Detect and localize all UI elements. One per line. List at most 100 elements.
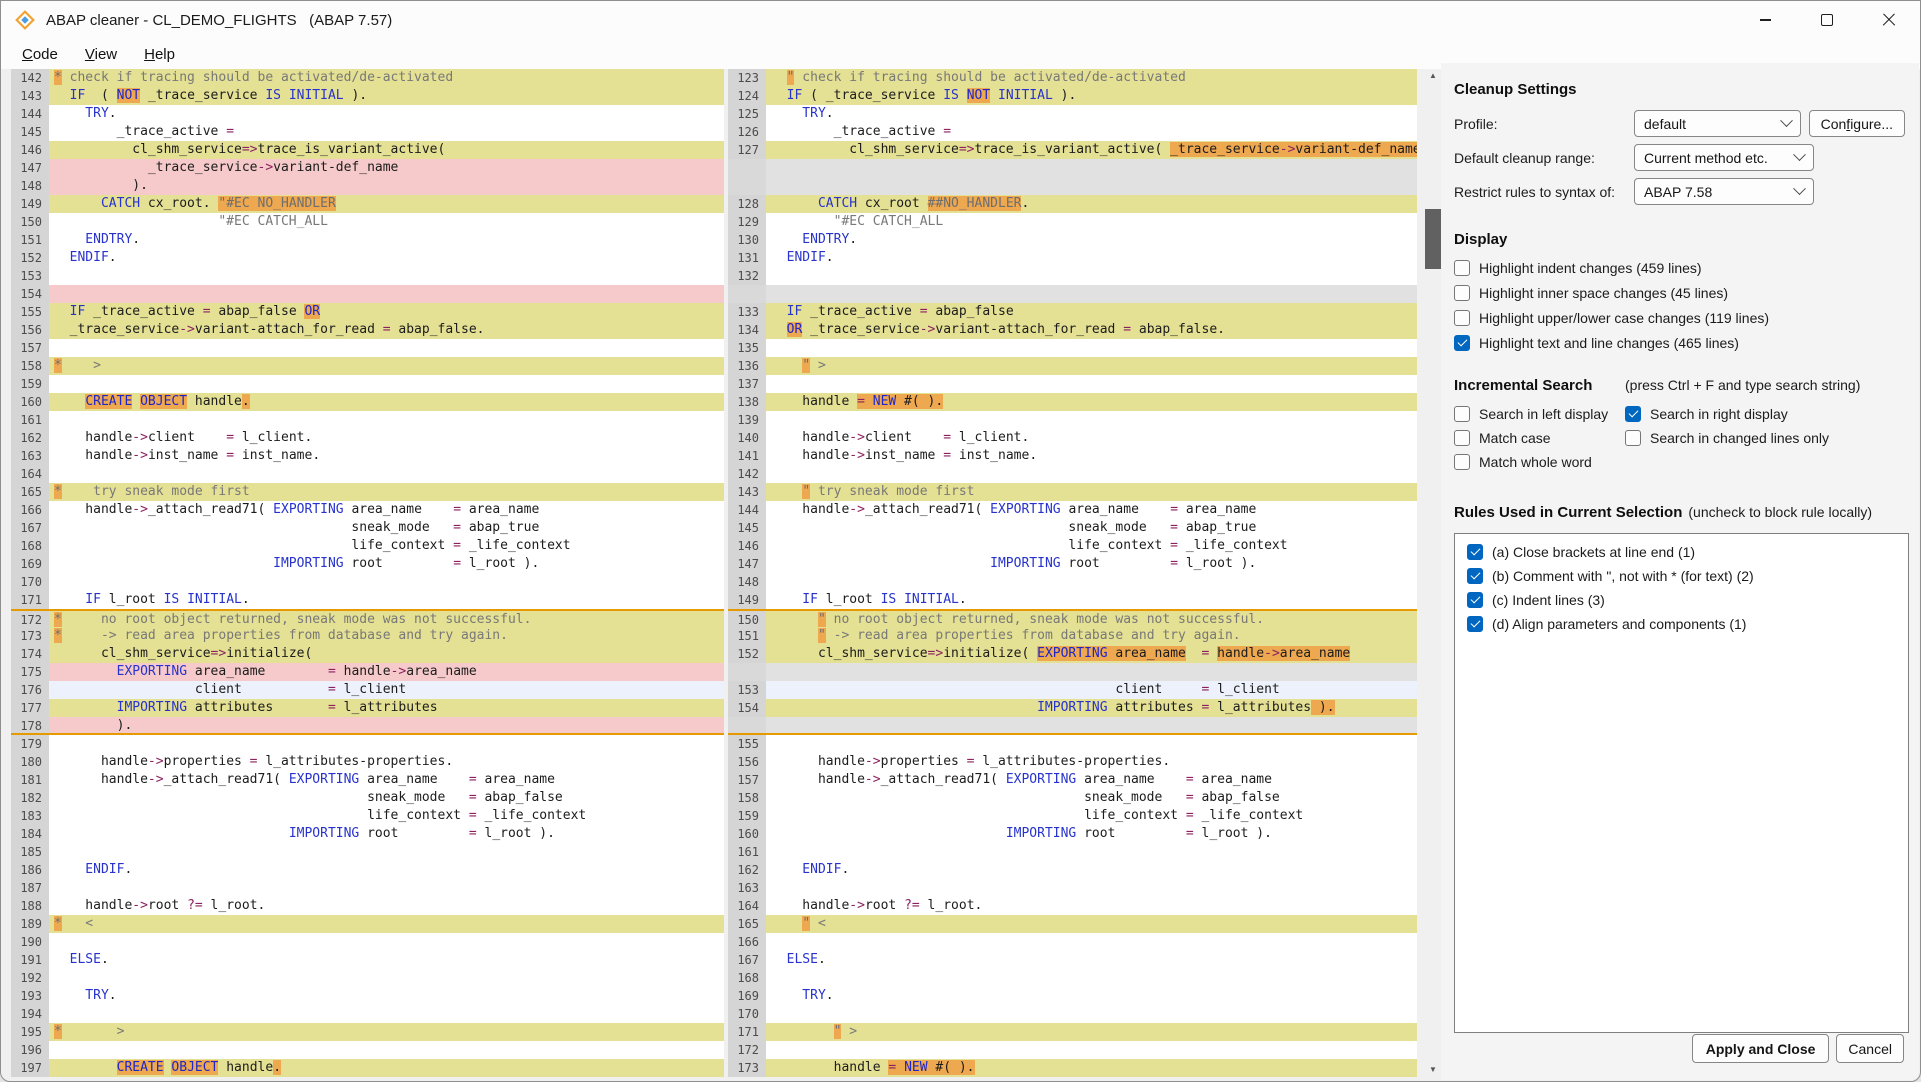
maximize-button[interactable] <box>1796 1 1858 39</box>
search-option[interactable]: Match whole word <box>1454 454 1625 470</box>
search-option[interactable]: Search in changed lines only <box>1625 430 1905 446</box>
checkbox-unchecked[interactable] <box>1454 454 1470 470</box>
cancel-button[interactable]: Cancel <box>1836 1034 1904 1063</box>
code-text <box>766 843 1417 861</box>
checkbox-checked[interactable] <box>1467 616 1483 632</box>
line-number: 163 <box>11 447 49 465</box>
checkbox-checked[interactable] <box>1467 568 1483 584</box>
line-number: 175 <box>11 663 49 681</box>
line-number: 166 <box>11 501 49 519</box>
close-button[interactable] <box>1858 1 1920 39</box>
cleanup-range-dropdown[interactable]: Current method etc. <box>1634 144 1814 171</box>
scrollbar-thumb[interactable] <box>1425 209 1441 269</box>
scroll-up-icon[interactable]: ▲ <box>1425 69 1441 83</box>
code-line: 130 ENDTRY. <box>728 231 1417 249</box>
checkbox-checked[interactable] <box>1454 335 1470 351</box>
code-text: handle->root ?= l_root. <box>49 897 724 915</box>
line-number: 190 <box>11 933 49 951</box>
code-text <box>766 285 1417 303</box>
minimize-button[interactable] <box>1734 1 1796 39</box>
profile-dropdown[interactable]: default <box>1634 110 1801 137</box>
code-line: 172* no root object returned, sneak mode… <box>11 609 724 627</box>
display-option[interactable]: Highlight inner space changes (45 lines) <box>1454 285 1905 301</box>
code-text: ENDTRY. <box>49 231 724 249</box>
configure-button[interactable]: Configure... <box>1809 110 1905 137</box>
menu-item-code[interactable]: Code <box>10 43 70 66</box>
cleanup-settings-heading: Cleanup Settings <box>1454 81 1905 98</box>
checkbox-unchecked[interactable] <box>1454 260 1470 276</box>
code-text: life_context = _life_context <box>766 537 1417 555</box>
code-line: 126 _trace_active = <box>728 123 1417 141</box>
display-option[interactable]: Highlight indent changes (459 lines) <box>1454 260 1905 276</box>
menu-item-view[interactable]: View <box>73 43 129 66</box>
code-text: IF l_root IS INITIAL. <box>766 591 1417 609</box>
checkbox-unchecked[interactable] <box>1454 285 1470 301</box>
line-number: 189 <box>11 915 49 933</box>
checkbox-unchecked[interactable] <box>1625 430 1641 446</box>
code-text: ENDIF. <box>766 861 1417 879</box>
checkbox-unchecked[interactable] <box>1454 310 1470 326</box>
menu-item-help[interactable]: Help <box>132 43 187 66</box>
code-line: 173 handle = NEW #( ). <box>728 1059 1417 1077</box>
code-text: life_context = _life_context <box>49 807 724 825</box>
code-text: IMPORTING root = l_root ). <box>766 555 1417 573</box>
code-text: handle->properties = l_attributes-proper… <box>49 753 724 771</box>
line-number: 169 <box>11 555 49 573</box>
line-number: 151 <box>11 231 49 249</box>
line-number: 193 <box>11 987 49 1005</box>
code-text: CREATE OBJECT handle. <box>49 393 724 411</box>
code-text: IMPORTING attributes = l_attributes <box>49 699 724 717</box>
code-text: IF l_root IS INITIAL. <box>49 591 724 609</box>
display-option[interactable]: Highlight text and line changes (465 lin… <box>1454 335 1905 351</box>
code-line: 197 CREATE OBJECT handle. <box>11 1059 724 1077</box>
code-text: TRY. <box>49 105 724 123</box>
code-line: 169 IMPORTING root = l_root ). <box>11 555 724 573</box>
line-number: 151 <box>728 627 766 645</box>
rules-list[interactable]: (a) Close brackets at line end (1) (b) Co… <box>1454 533 1909 1033</box>
rule-option-label: (a) Close brackets at line end (1) <box>1492 544 1695 560</box>
search-option[interactable]: Search in left display <box>1454 406 1625 422</box>
diff-left-pane[interactable]: 142* check if tracing should be activate… <box>11 69 724 1077</box>
code-text: "#EC CATCH_ALL <box>766 213 1417 231</box>
search-option[interactable]: Match case <box>1454 430 1625 446</box>
checkbox-unchecked[interactable] <box>1454 430 1470 446</box>
code-line: 166 handle->_attach_read71( EXPORTING ar… <box>11 501 724 519</box>
syntax-restrict-dropdown[interactable]: ABAP 7.58 <box>1634 178 1814 205</box>
line-number: 183 <box>11 807 49 825</box>
search-option[interactable]: Search in right display <box>1625 406 1905 422</box>
display-option[interactable]: Highlight upper/lower case changes (119 … <box>1454 310 1905 326</box>
code-line: 196 <box>11 1041 724 1059</box>
checkbox-checked[interactable] <box>1625 406 1641 422</box>
vertical-scrollbar[interactable]: ▲ ▼ <box>1425 69 1441 1077</box>
apply-and-close-button[interactable]: Apply and Close <box>1692 1034 1830 1063</box>
checkbox-checked[interactable] <box>1467 544 1483 560</box>
code-line: 150 " no root object returned, sneak mod… <box>728 609 1417 627</box>
line-number: 132 <box>728 267 766 285</box>
line-number: 139 <box>728 411 766 429</box>
rule-option[interactable]: (c) Indent lines (3) <box>1467 592 1908 608</box>
code-text: CATCH cx_root ##NO_HANDLER. <box>766 195 1417 213</box>
code-line: 127 cl_shm_service=>trace_is_variant_act… <box>728 141 1417 159</box>
line-number: 158 <box>11 357 49 375</box>
scroll-down-icon[interactable]: ▼ <box>1425 1063 1441 1077</box>
code-text <box>49 735 724 753</box>
rule-option[interactable]: (b) Comment with ", not with * (for text… <box>1467 568 1908 584</box>
checkbox-checked[interactable] <box>1467 592 1483 608</box>
code-line: 161 <box>728 843 1417 861</box>
code-line: 168 <box>728 969 1417 987</box>
line-number: 138 <box>728 393 766 411</box>
rule-option[interactable]: (a) Close brackets at line end (1) <box>1467 544 1908 560</box>
code-text: " < <box>766 915 1417 933</box>
rule-option[interactable]: (d) Align parameters and components (1) <box>1467 616 1908 632</box>
code-text: handle->inst_name = inst_name. <box>49 447 724 465</box>
code-line: 190 <box>11 933 724 951</box>
checkbox-unchecked[interactable] <box>1454 406 1470 422</box>
code-line: 132 <box>728 267 1417 285</box>
code-line <box>728 717 1417 735</box>
code-line: 170 <box>728 1005 1417 1023</box>
code-text: handle->client = l_client. <box>49 429 724 447</box>
diff-right-pane[interactable]: 123 " check if tracing should be activat… <box>728 69 1417 1077</box>
code-line: 164 handle->root ?= l_root. <box>728 897 1417 915</box>
chevron-down-icon <box>1793 182 1806 195</box>
line-number <box>728 663 766 681</box>
